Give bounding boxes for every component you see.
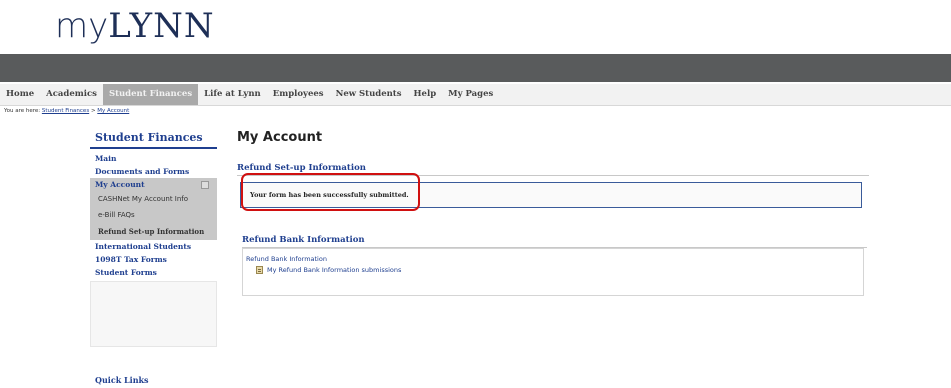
- site-logo[interactable]: myLYNN: [55, 6, 215, 46]
- nav-item-home[interactable]: Home: [0, 84, 40, 105]
- sidebar-item-international-students[interactable]: International Students: [90, 240, 217, 253]
- breadcrumb-separator: >: [90, 108, 96, 114]
- sidebar-item-my-account[interactable]: My Account: [90, 178, 217, 191]
- nav-item-new-students[interactable]: New Students: [330, 84, 408, 105]
- highlight-outline: [241, 173, 420, 211]
- logo-brand: LYNN: [108, 6, 215, 46]
- sidebar-subitem-refund-setup[interactable]: Refund Set-up Information: [90, 223, 217, 240]
- quick-links-heading[interactable]: Quick Links: [90, 375, 217, 385]
- breadcrumb-prefix: You are here:: [4, 108, 41, 114]
- sidebar-item-documents-and-forms[interactable]: Documents and Forms: [90, 165, 217, 178]
- sidebar-title[interactable]: Student Finances: [90, 128, 217, 149]
- main-content: My Account Refund Set-up Information You…: [237, 130, 877, 296]
- top-nav: Home Academics Student Finances Life at …: [0, 84, 951, 106]
- nav-item-life-at-lynn[interactable]: Life at Lynn: [198, 84, 267, 105]
- refund-bank-label: Refund Bank Information: [246, 255, 327, 263]
- sidebar-menu: Main Documents and Forms My Account CASH…: [90, 149, 217, 347]
- header-banner: [0, 54, 951, 82]
- nav-item-student-finances[interactable]: Student Finances: [102, 84, 199, 105]
- sidebar-item-my-account-label: My Account: [95, 180, 145, 189]
- refund-bank-submissions-link[interactable]: My Refund Bank Information submissions: [256, 266, 401, 274]
- sidebar-empty-area: [90, 281, 217, 347]
- document-icon: [256, 266, 263, 274]
- breadcrumb: You are here: Student Finances > My Acco…: [4, 108, 129, 114]
- section-title-refund-bank: Refund Bank Information: [242, 235, 867, 248]
- nav-item-academics[interactable]: Academics: [40, 84, 103, 105]
- sidebar-item-1098t-tax-forms[interactable]: 1098T Tax Forms: [90, 253, 217, 266]
- sidebar-item-student-forms[interactable]: Student Forms: [90, 266, 217, 279]
- sidebar: Student Finances Main Documents and Form…: [90, 128, 217, 347]
- refund-bank-submissions-label: My Refund Bank Information submissions: [267, 266, 402, 274]
- sidebar-subitem-ebill-faqs[interactable]: e-Bill FAQs: [90, 207, 217, 223]
- collapse-icon[interactable]: [201, 181, 209, 189]
- sidebar-item-main[interactable]: Main: [90, 152, 217, 165]
- page-title: My Account: [237, 130, 323, 145]
- sidebar-subitem-cashnet[interactable]: CASHNet My Account Info: [90, 191, 217, 207]
- logo-prefix: my: [55, 6, 109, 46]
- nav-item-my-pages[interactable]: My Pages: [442, 84, 499, 105]
- nav-item-employees[interactable]: Employees: [267, 84, 330, 105]
- breadcrumb-link-student-finances[interactable]: Student Finances: [42, 108, 89, 114]
- sidebar-submenu-my-account: My Account CASHNet My Account Info e-Bil…: [90, 178, 217, 240]
- nav-item-help[interactable]: Help: [408, 84, 443, 105]
- refund-bank-panel: Refund Bank Information My Refund Bank I…: [242, 248, 864, 296]
- breadcrumb-link-my-account[interactable]: My Account: [97, 108, 129, 114]
